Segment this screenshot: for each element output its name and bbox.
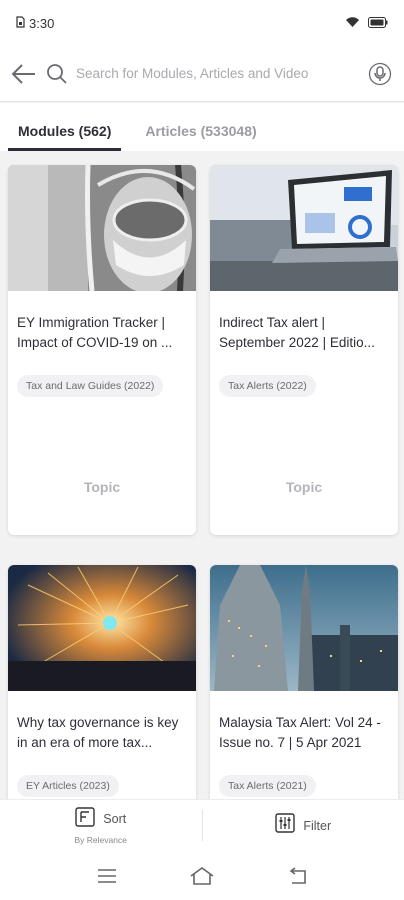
kuala-lumpur-skyline-photo — [210, 565, 398, 691]
result-card[interactable]: EY Immigration Tracker | Impact of COVID… — [8, 165, 196, 535]
results-grid: EY Immigration Tracker | Impact of COVID… — [0, 151, 404, 799]
sort-row: Sort — [75, 806, 127, 832]
battery-icon — [368, 16, 388, 31]
card-title: Why tax governance is key in an era of m… — [17, 715, 179, 750]
microphone-icon — [368, 62, 392, 85]
sort-sublabel: By Relevance — [74, 834, 127, 845]
status-left: 3:30 — [16, 16, 54, 31]
filter-button[interactable]: Filter — [203, 800, 404, 851]
back-icon — [289, 866, 306, 884]
card-title: Malaysia Tax Alert: Vol 24 - Issue no. 7… — [219, 715, 381, 750]
sim-icon — [16, 15, 25, 31]
sort-label: Sort — [103, 812, 127, 826]
back-button[interactable] — [10, 60, 38, 88]
category-tag: EY Articles (2023) — [17, 775, 119, 797]
search-icon — [46, 63, 68, 85]
result-card[interactable]: Indirect Tax alert | September 2022 | Ed… — [210, 165, 398, 535]
status-right — [345, 16, 388, 31]
category-tag: Tax Alerts (2022) — [219, 375, 316, 397]
laptop-dashboard-photo — [210, 165, 398, 291]
card-type-label: Topic — [83, 479, 121, 495]
status-bar: 3:30 — [0, 0, 404, 46]
home-button[interactable] — [184, 861, 220, 891]
sort-filter-bar: Sort By Relevance Filter — [0, 799, 404, 851]
result-card[interactable]: Malaysia Tax Alert: Vol 24 - Issue no. 7… — [210, 565, 398, 799]
wifi-icon — [345, 16, 360, 31]
category-tag: Tax and Law Guides (2022) — [17, 375, 164, 397]
filter-row: Filter — [275, 813, 331, 838]
menu-icon — [98, 868, 117, 883]
tab-articles[interactable]: Articles (533048) — [135, 123, 266, 151]
home-icon — [190, 866, 214, 885]
voice-search-button[interactable] — [366, 60, 394, 88]
category-tag: Tax Alerts (2021) — [219, 775, 316, 797]
arrow-left-icon — [11, 63, 35, 84]
tab-modules[interactable]: Modules (562) — [8, 123, 122, 151]
filter-label: Filter — [303, 818, 332, 833]
sort-button[interactable]: Sort By Relevance — [0, 800, 202, 851]
content-tabs: Modules (562) Articles (533048) — [0, 103, 404, 151]
filter-icon — [275, 813, 296, 838]
card-title: Indirect Tax alert | September 2022 | Ed… — [219, 315, 375, 350]
card-title: EY Immigration Tracker | Impact of COVID… — [17, 315, 173, 350]
recent-apps-button[interactable] — [89, 861, 125, 891]
system-nav-bar — [0, 851, 404, 900]
back-nav-button[interactable] — [279, 861, 315, 891]
covid-ppe-photo — [8, 165, 196, 291]
result-card[interactable]: Why tax governance is key in an era of m… — [8, 565, 196, 799]
card-type-label: Topic — [285, 479, 323, 495]
search-bar — [0, 46, 404, 102]
light-painting-photo — [8, 565, 196, 691]
status-time: 3:30 — [29, 15, 55, 31]
sort-icon — [75, 806, 95, 832]
search-input[interactable] — [76, 66, 360, 81]
